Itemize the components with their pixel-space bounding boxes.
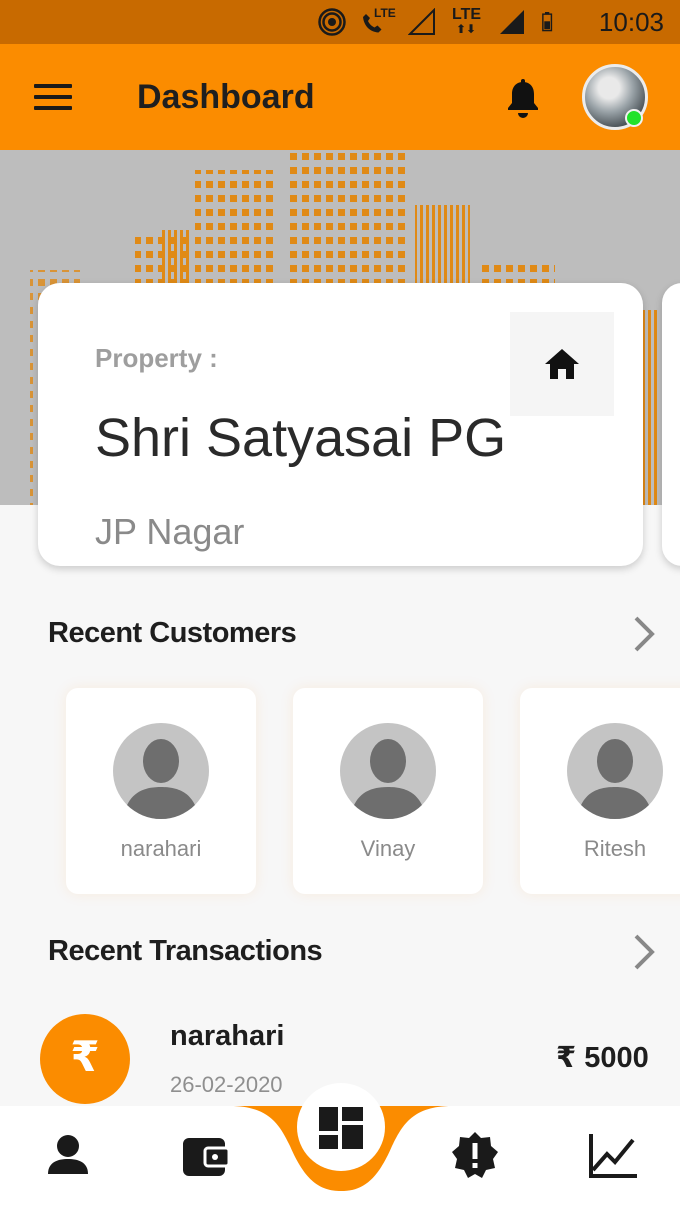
chevron-right-icon[interactable] bbox=[630, 614, 658, 654]
volte-call-icon: LTE bbox=[360, 6, 396, 36]
property-location: JP Nagar bbox=[95, 511, 245, 552]
customer-card[interactable]: narahari bbox=[66, 688, 256, 894]
signal-empty-icon bbox=[408, 8, 435, 35]
customers-list: narahari Vinay Ritesh bbox=[0, 688, 680, 896]
bell-icon[interactable] bbox=[503, 78, 543, 120]
lte-data-icon: LTE ⬆⬇ bbox=[452, 6, 482, 36]
recent-customers-title: Recent Customers bbox=[48, 617, 297, 649]
avatar[interactable] bbox=[582, 64, 648, 130]
customer-avatar-icon bbox=[113, 723, 209, 819]
property-name: Shri Satyasai PG bbox=[95, 408, 507, 468]
clock: 10:03 bbox=[598, 7, 664, 37]
home-button[interactable] bbox=[510, 312, 614, 416]
hamburger-icon[interactable] bbox=[34, 84, 72, 112]
property-label: Property : bbox=[95, 343, 218, 373]
property-card[interactable]: Property : Shri Satyasai PG JP Nagar bbox=[38, 283, 643, 566]
chart-icon[interactable] bbox=[583, 1126, 643, 1186]
app-bar: Dashboard bbox=[0, 44, 680, 150]
customer-avatar-icon bbox=[567, 723, 663, 819]
customer-card[interactable]: Ritesh bbox=[520, 688, 680, 894]
wallet-icon[interactable] bbox=[175, 1126, 235, 1186]
customer-avatar-icon bbox=[340, 723, 436, 819]
status-icons: LTE LTE ⬆⬇ bbox=[318, 6, 560, 36]
page-title: Dashboard bbox=[137, 78, 315, 116]
customer-name: narahari bbox=[120, 836, 202, 861]
transaction-customer-name: narahari bbox=[170, 1020, 285, 1052]
next-property-card[interactable] bbox=[662, 283, 680, 566]
transaction-amount: ₹ 5000 bbox=[556, 1042, 649, 1074]
dashboard-nav-button[interactable] bbox=[297, 1083, 385, 1171]
signal-bars-icon bbox=[500, 10, 524, 34]
customer-card[interactable]: Vinay bbox=[293, 688, 483, 894]
lte-label: LTE bbox=[374, 6, 396, 20]
person-icon[interactable] bbox=[38, 1126, 98, 1186]
battery-icon bbox=[542, 12, 553, 32]
status-bar: LTE LTE ⬆⬇ 10:03 bbox=[0, 0, 680, 44]
hotspot-icon bbox=[318, 8, 346, 36]
online-status-dot bbox=[625, 109, 643, 127]
dashboard-icon bbox=[319, 1107, 363, 1149]
transaction-date: 26-02-2020 bbox=[170, 1072, 283, 1097]
recent-transactions-title: Recent Transactions bbox=[48, 935, 323, 967]
chevron-right-icon[interactable] bbox=[630, 932, 658, 972]
home-icon bbox=[545, 349, 579, 379]
customer-name: Ritesh bbox=[583, 836, 647, 861]
alert-badge-icon[interactable] bbox=[445, 1126, 505, 1186]
rupee-icon: ₹ bbox=[40, 1014, 130, 1104]
customer-name: Vinay bbox=[360, 836, 416, 861]
